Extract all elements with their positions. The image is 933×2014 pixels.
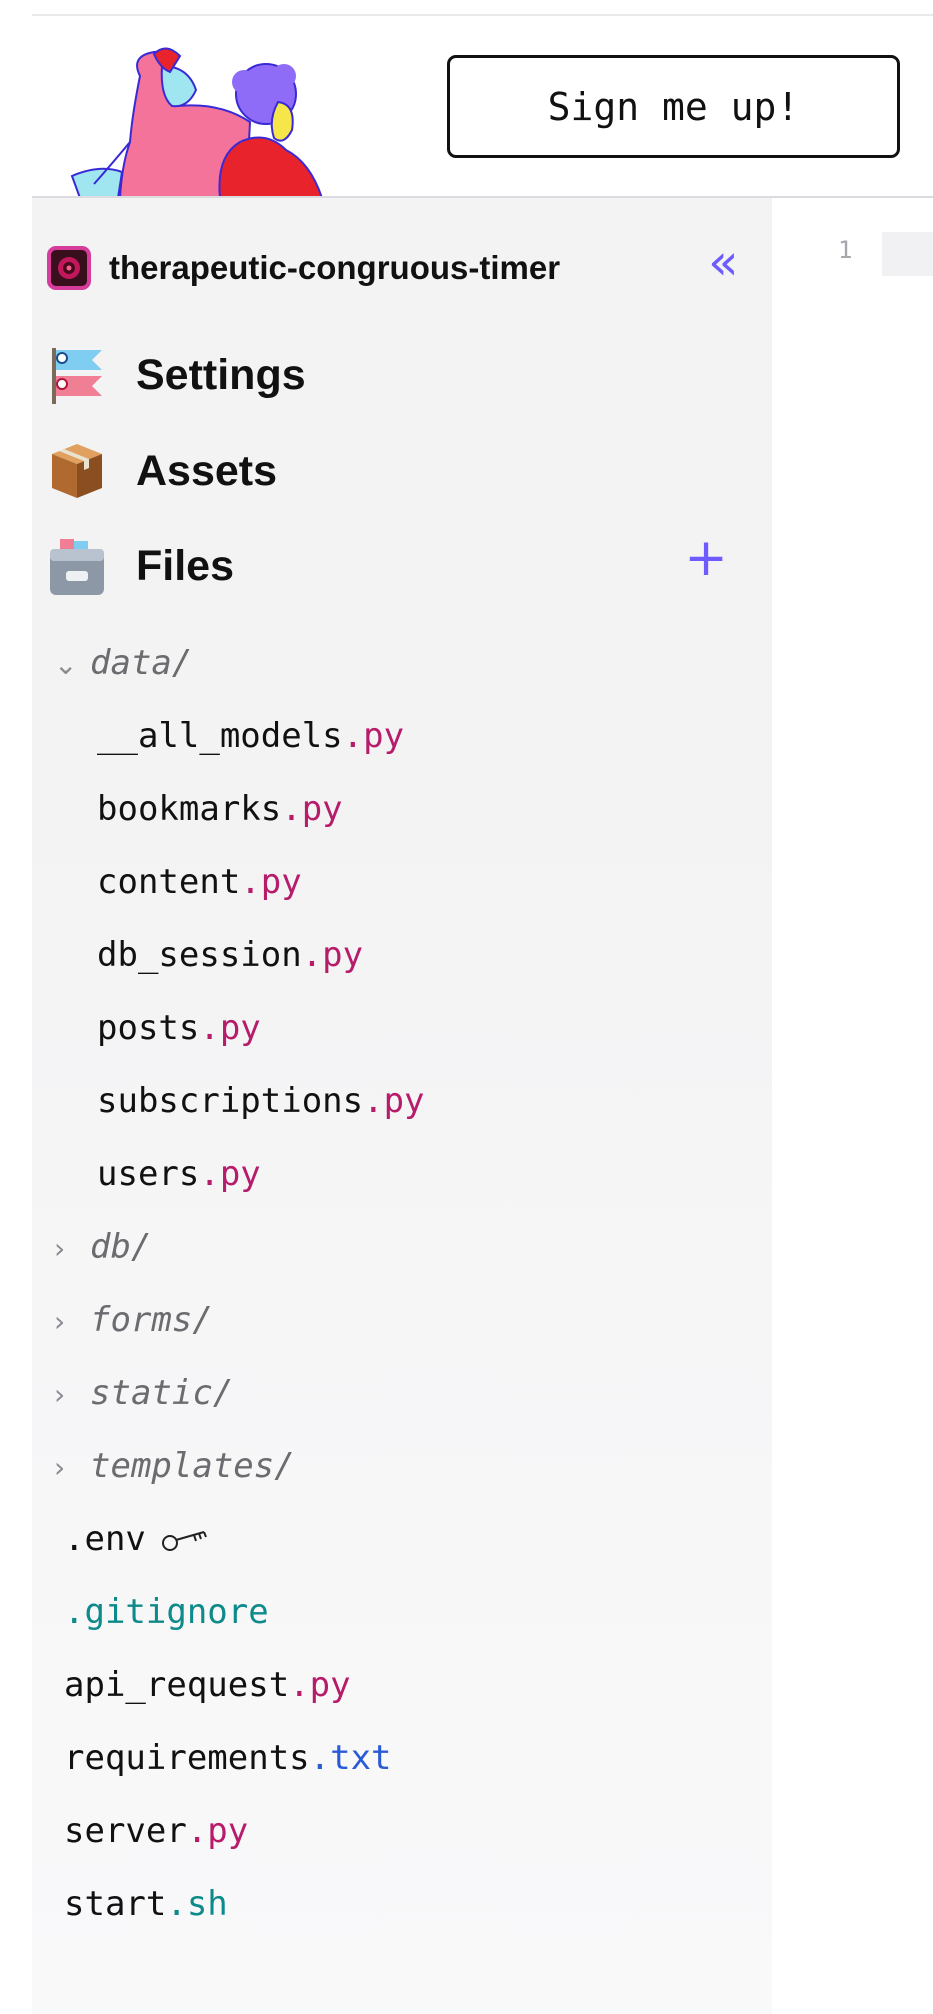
- chevrons-left-icon[interactable]: «: [708, 237, 748, 287]
- file-users[interactable]: users.py: [97, 1154, 261, 1194]
- nav-settings-label: Settings: [136, 350, 306, 399]
- folder-templates[interactable]: › templates/: [54, 1446, 295, 1486]
- nav-assets[interactable]: Assets: [46, 440, 277, 502]
- file-start[interactable]: start.sh: [64, 1884, 228, 1924]
- folder-data[interactable]: ⌄ data/: [54, 643, 192, 683]
- line-number: 1: [838, 236, 853, 264]
- chevron-right-icon: ›: [54, 1451, 66, 1484]
- chevron-right-icon: ›: [54, 1378, 66, 1411]
- file-env[interactable]: .env: [64, 1519, 210, 1559]
- top-divider: [32, 14, 933, 16]
- folder-name: data/: [90, 643, 193, 683]
- file-server[interactable]: server.py: [64, 1811, 248, 1851]
- key-icon: [161, 1530, 207, 1551]
- file-cabinet-icon: [50, 539, 104, 595]
- folder-forms[interactable]: › forms/: [54, 1300, 213, 1340]
- file-content[interactable]: content.py: [97, 862, 302, 902]
- nav-files-label: Files: [136, 541, 234, 590]
- package-icon: [52, 444, 102, 498]
- nav-files[interactable]: Files: [46, 535, 234, 597]
- sign-up-button[interactable]: Sign me up!: [447, 55, 900, 158]
- chevron-down-icon: ⌄: [54, 648, 78, 681]
- code-editor[interactable]: [772, 198, 933, 2014]
- file-subscriptions[interactable]: subscriptions.py: [97, 1081, 425, 1121]
- file-api-request[interactable]: api_request.py: [64, 1665, 351, 1705]
- project-avatar-icon: [47, 246, 91, 290]
- chevron-right-icon: ›: [54, 1305, 66, 1338]
- nav-assets-label: Assets: [136, 446, 278, 495]
- chevron-right-icon: ›: [54, 1232, 66, 1265]
- flags-icon: [52, 348, 102, 404]
- header-illustration: [70, 47, 324, 198]
- file-bookmarks[interactable]: bookmarks.py: [97, 789, 343, 829]
- active-line-highlight: [882, 232, 933, 276]
- file-requirements[interactable]: requirements.txt: [64, 1738, 392, 1778]
- file-all-models[interactable]: __all_models.py: [97, 716, 404, 756]
- plus-icon[interactable]: +: [684, 532, 728, 584]
- file-gitignore[interactable]: .gitignore: [64, 1592, 269, 1632]
- file-posts[interactable]: posts.py: [97, 1008, 261, 1048]
- project-name: therapeutic-congruous-timer: [109, 249, 561, 286]
- folder-db[interactable]: › db/: [54, 1227, 151, 1267]
- app-viewport: Sign me up! 1 therapeutic-congruous-time…: [0, 0, 933, 2014]
- project-header: therapeutic-congruous-timer: [47, 246, 560, 290]
- folder-static[interactable]: › static/: [54, 1373, 233, 1413]
- nav-settings[interactable]: Settings: [46, 344, 306, 406]
- file-db-session[interactable]: db_session.py: [97, 935, 363, 975]
